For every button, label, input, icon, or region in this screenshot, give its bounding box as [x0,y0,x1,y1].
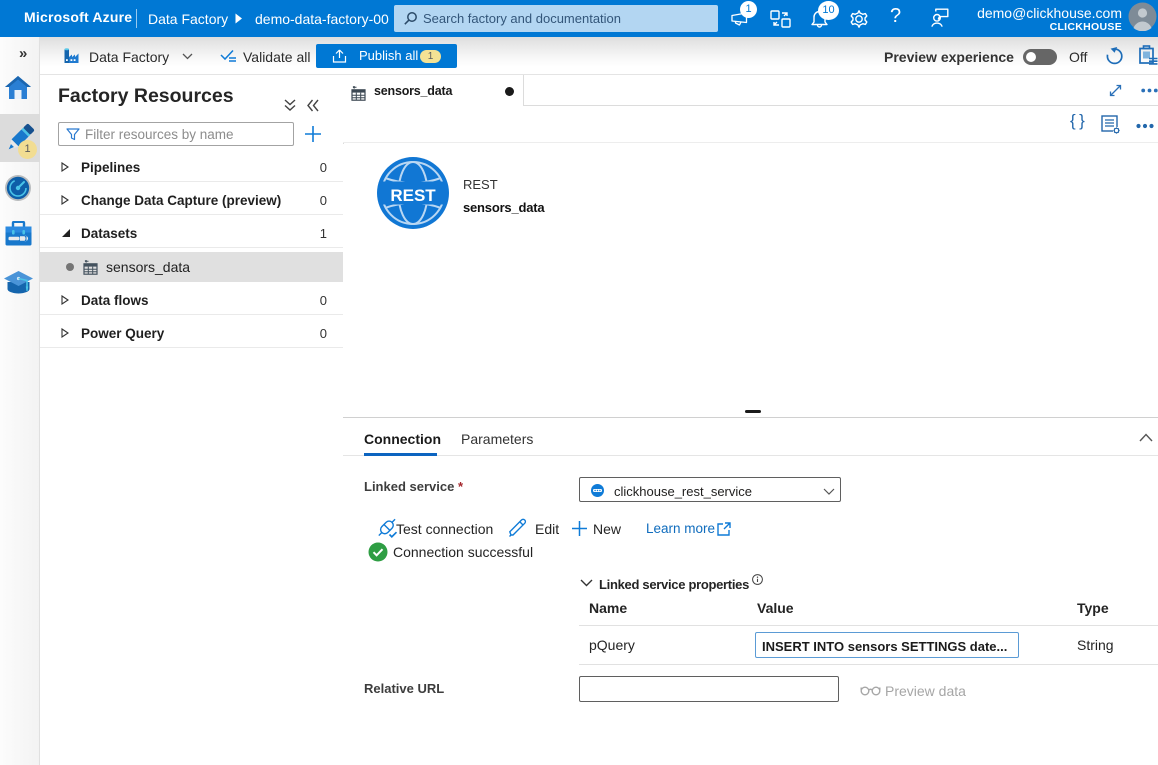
svg-text:REST: REST [390,186,436,205]
